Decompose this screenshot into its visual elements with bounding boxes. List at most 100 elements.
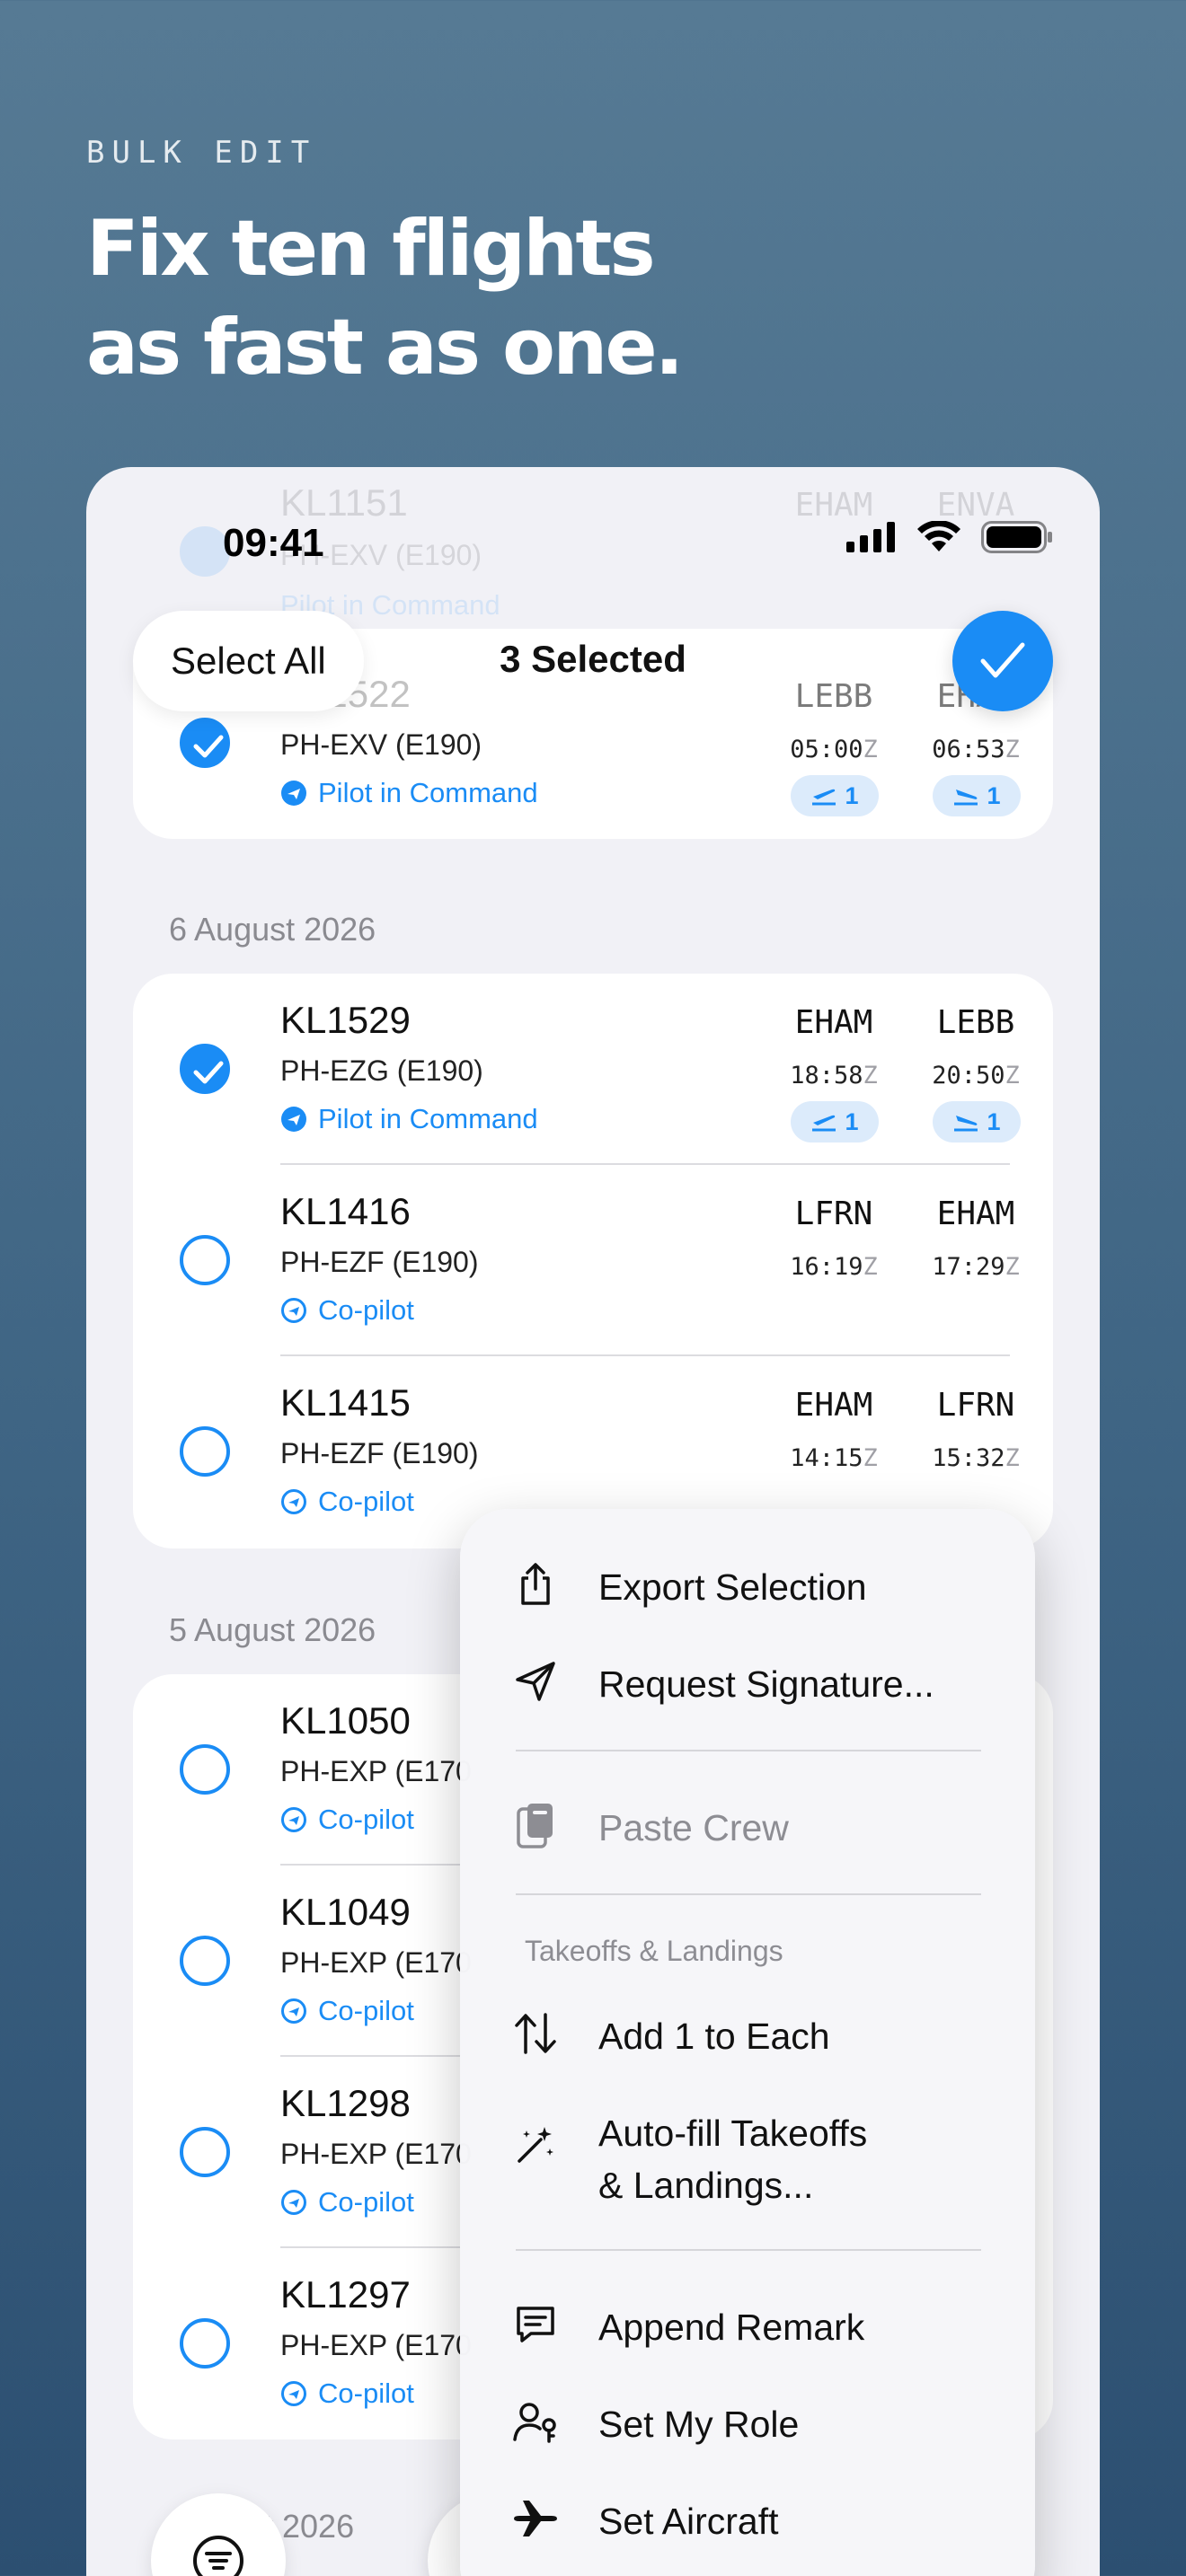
arrow-up-down-icon: [512, 2010, 559, 2057]
hero-eyebrow: BULK EDIT: [86, 135, 317, 171]
arrival-time-value: 20:50: [932, 1062, 1005, 1090]
crew-role-label: Co-pilot: [318, 1486, 414, 1517]
flight-row-kl1416[interactable]: KL1416 PH-EZF (E190) Co-pilot LFRN EHAM …: [133, 1165, 1053, 1356]
takeoff-icon: [812, 1115, 836, 1132]
checkmark-icon: [980, 642, 1025, 678]
aircraft-registration: PH-EZF (E190): [280, 1437, 479, 1469]
takeoffs-count: 1: [845, 781, 859, 809]
section-header-5-august: 5 August 2026: [169, 1611, 376, 1648]
origin-airport: EHAM: [794, 1004, 873, 1041]
ghost-origin: EHAM: [794, 487, 873, 524]
flight-number: KL1050: [280, 1699, 411, 1742]
arrival-time: 20:50Z: [904, 1062, 1048, 1090]
menu-separator: [516, 1893, 981, 1895]
battery-icon: [981, 521, 1052, 553]
aircraft-registration: PH-EZF (E190): [280, 1246, 479, 1278]
zulu-suffix: Z: [1005, 1062, 1020, 1090]
zulu-suffix: Z: [863, 1062, 878, 1090]
aircraft-registration: PH-EXP (E170: [280, 2138, 472, 2170]
filter-icon: [193, 2536, 243, 2576]
takeoffs-badge: 1: [791, 775, 879, 816]
wifi-icon: [917, 521, 960, 551]
departure-time-value: 14:15: [790, 1444, 863, 1472]
co-pilot-icon: [281, 2381, 306, 2406]
crew-role: Co-pilot: [280, 1804, 414, 1836]
menu-label: Set Aircraft: [598, 2501, 779, 2542]
zulu-suffix: Z: [1005, 1444, 1020, 1472]
origin-airport: LFRN: [794, 1195, 873, 1232]
landings-count: 1: [987, 781, 1001, 809]
destination-airport: EHAM: [936, 1195, 1015, 1232]
flight-number: KL1049: [280, 1891, 411, 1933]
headline-line-2: as fast as one.: [86, 303, 684, 393]
status-time: 09:41: [223, 521, 324, 565]
landing-icon: [954, 790, 978, 806]
aircraft-registration: PH-EXV (E190): [280, 728, 482, 761]
co-pilot-icon: [281, 1489, 306, 1514]
select-all-button[interactable]: Select All: [133, 611, 364, 711]
flight-number: KL1297: [280, 2273, 411, 2316]
row-checkbox[interactable]: [180, 1235, 230, 1285]
crew-role-label: Co-pilot: [318, 2186, 414, 2218]
zulu-suffix: Z: [863, 1444, 878, 1472]
arrival-time: 15:32Z: [904, 1444, 1048, 1472]
flight-number: KL1416: [280, 1190, 411, 1232]
menu-label: Set My Role: [598, 2404, 800, 2445]
crew-role-label: Co-pilot: [318, 1294, 414, 1326]
crew-role-label: Pilot in Command: [318, 1103, 538, 1134]
person-key-icon: [512, 2398, 559, 2445]
arrival-time-value: 17:29: [932, 1253, 1005, 1281]
menu-section-header: Takeoffs & Landings: [525, 1935, 783, 1967]
aircraft-registration: PH-EZG (E190): [280, 1054, 483, 1087]
headline-line-1: Fix ten flights: [86, 204, 656, 294]
flight-number: KL1529: [280, 999, 411, 1041]
departure-time-value: 18:58: [790, 1062, 863, 1090]
clipboard-icon: [512, 1802, 559, 1848]
co-pilot-icon: [281, 1807, 306, 1832]
ghost-destination: ENVA: [936, 487, 1015, 524]
bulk-actions-menu: Export Selection Request Signature... Pa…: [460, 1509, 1035, 2576]
menu-label: Append Remark: [598, 2307, 865, 2348]
crew-role-label: Pilot in Command: [318, 777, 538, 808]
pilot-in-command-icon: [281, 1107, 306, 1132]
co-pilot-icon: [281, 2190, 306, 2215]
takeoff-icon: [812, 789, 836, 806]
crew-role-label: Co-pilot: [318, 1995, 414, 2026]
hero-headline: Fix ten flights as fast as one.: [86, 199, 895, 397]
row-checkbox-selected[interactable]: [180, 718, 230, 768]
airplane-icon: [512, 2495, 559, 2542]
row-checkbox[interactable]: [180, 2318, 230, 2369]
filter-button[interactable]: [151, 2493, 286, 2576]
row-checkbox[interactable]: [180, 1744, 230, 1795]
share-icon: [512, 1561, 559, 1608]
crew-role: Co-pilot: [280, 1995, 414, 2027]
row-checkbox[interactable]: [180, 1936, 230, 1986]
landings-count: 1: [987, 1107, 1001, 1135]
flight-row-kl1529[interactable]: KL1529 PH-EZG (E190) Pilot in Command EH…: [133, 974, 1053, 1165]
crew-role: Co-pilot: [280, 1486, 414, 1518]
menu-separator: [516, 2249, 981, 2251]
ghost-flight-number: KL1151: [280, 481, 408, 524]
flight-number: KL1298: [280, 2082, 411, 2124]
arrival-time-value: 15:32: [932, 1444, 1005, 1472]
departure-time: 18:58Z: [762, 1062, 906, 1090]
magic-wand-icon: [512, 2122, 559, 2168]
crew-role: Pilot in Command: [280, 777, 538, 809]
flight-number: KL1415: [280, 1381, 411, 1424]
row-checkbox[interactable]: [180, 1426, 230, 1477]
landing-icon: [954, 1116, 978, 1132]
cellular-signal-icon: [846, 522, 895, 552]
menu-label: Add 1 to Each: [598, 2016, 830, 2057]
zulu-suffix: Z: [1005, 736, 1020, 763]
done-button[interactable]: [952, 611, 1053, 711]
menu-label: Paste Crew: [598, 1807, 789, 1848]
arrival-time: 06:53Z: [904, 736, 1048, 763]
arrival-time: 17:29Z: [904, 1253, 1048, 1281]
row-checkbox-selected[interactable]: [180, 1044, 230, 1094]
landings-badge: 1: [933, 1101, 1021, 1142]
zulu-suffix: Z: [863, 1253, 878, 1281]
destination-airport: LFRN: [936, 1387, 1015, 1424]
crew-role: Co-pilot: [280, 2186, 414, 2219]
pilot-in-command-icon: [281, 781, 306, 806]
row-checkbox[interactable]: [180, 2127, 230, 2177]
